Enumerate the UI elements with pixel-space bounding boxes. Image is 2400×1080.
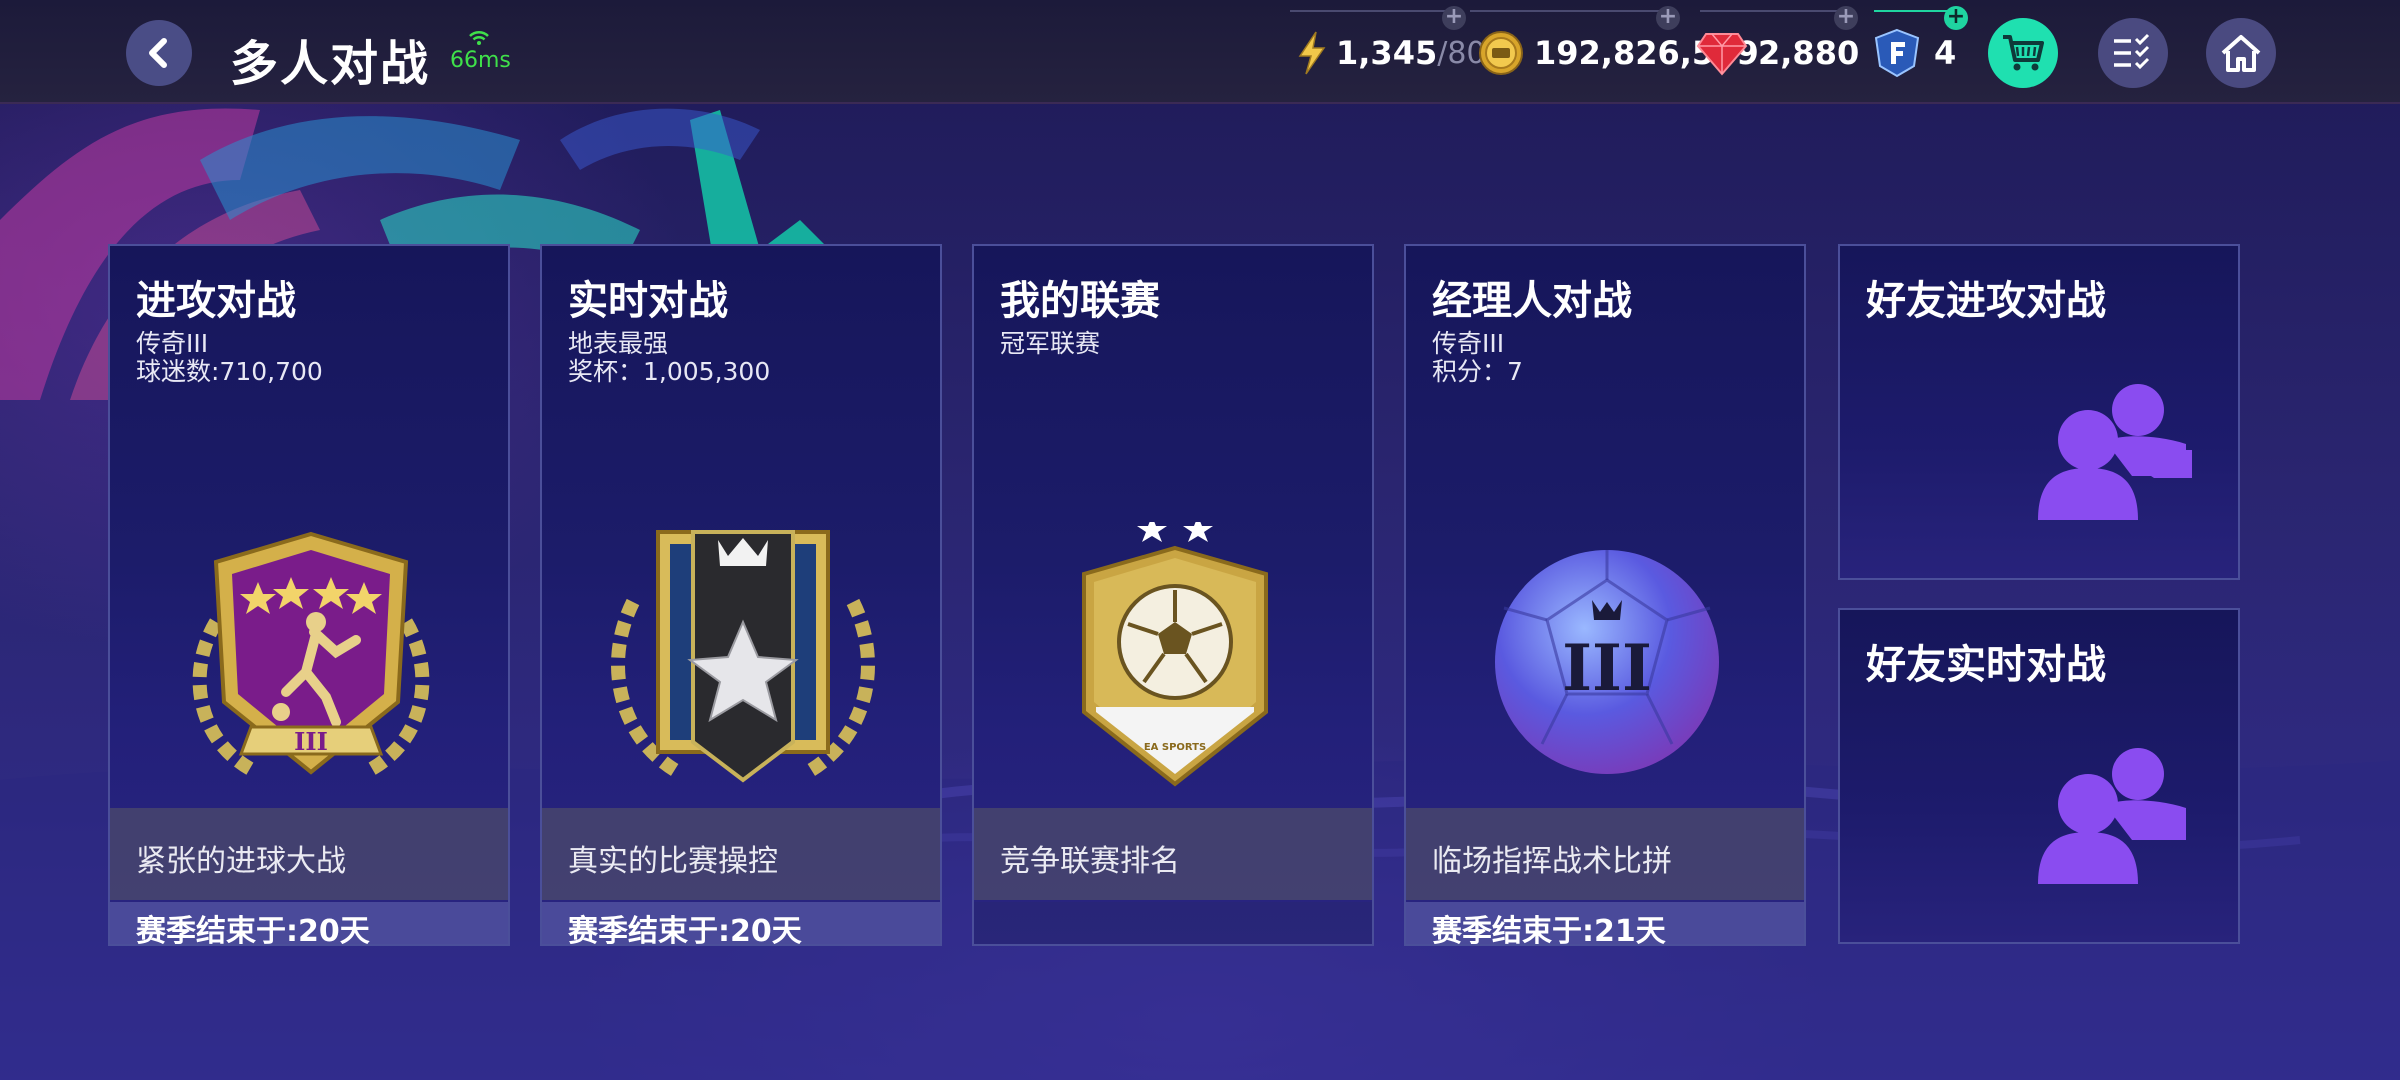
- league-shield-badge-icon: EA SPORTS: [1082, 522, 1268, 787]
- card-title: 进攻对战: [136, 278, 296, 324]
- lightning-icon: [1298, 31, 1326, 75]
- energy-divider: [1290, 10, 1450, 12]
- home-icon: [2221, 35, 2261, 72]
- attack-battle-card[interactable]: 进攻对战 传奇III 球迷数:710,700 III 紧张的进球大战 赛季结束于…: [108, 244, 510, 946]
- chevron-left-icon: [149, 38, 167, 68]
- wifi-icon: [469, 31, 489, 45]
- card-fans: 球迷数:710,700: [136, 357, 323, 386]
- season-countdown: 赛季结束于:20天: [136, 914, 370, 946]
- fifa-points-value: 4: [1934, 34, 1957, 72]
- energy-value: 1,345: [1336, 34, 1438, 72]
- gem-icon: [1696, 33, 1748, 76]
- energy-counter: 1,345 /80: [1296, 28, 1486, 78]
- friends-icon: [2038, 384, 2192, 520]
- home-button[interactable]: [2206, 18, 2276, 88]
- card-description: 紧张的进球大战: [136, 844, 346, 879]
- card-title: 实时对战: [568, 278, 728, 324]
- gems-divider: [1700, 10, 1850, 12]
- card-league: 冠军联赛: [1000, 329, 1101, 358]
- friends-icon: [2038, 748, 2186, 884]
- card-title: 好友实时对战: [1866, 642, 2106, 688]
- add-gems-button[interactable]: +: [1834, 6, 1858, 30]
- checklist-icon: [2114, 33, 2150, 70]
- manager-battle-card[interactable]: 经理人对战 传奇III 积分：7 III 临场指挥战术比拼 赛季结束于:21天: [1404, 244, 1806, 946]
- coin-icon: [1479, 31, 1523, 75]
- gems-counter: 2,880: [1696, 28, 1859, 78]
- ping-indicator: 66ms: [450, 30, 511, 76]
- card-points: 积分：7: [1432, 357, 1523, 386]
- star-banner-badge-icon: [611, 530, 875, 783]
- my-league-card[interactable]: 我的联赛 冠军联赛 EA SPORTS 竞争联赛排名: [972, 244, 1374, 946]
- ping-value: 66ms: [450, 48, 511, 73]
- gems-value: 2,880: [1758, 34, 1860, 72]
- card-description: 真实的比赛操控: [568, 844, 778, 879]
- card-title: 我的联赛: [1000, 278, 1160, 324]
- live-battle-card[interactable]: 实时对战 地表最强 奖杯：1,005,300 真实的比赛操控 赛季结束于:20天: [540, 244, 942, 946]
- add-points-button[interactable]: +: [1944, 6, 1968, 30]
- tasks-button[interactable]: [2098, 18, 2168, 88]
- store-button[interactable]: [1988, 18, 2058, 88]
- friend-attack-battle-card[interactable]: 好友进攻对战: [1838, 244, 2240, 580]
- add-energy-button[interactable]: +: [1442, 6, 1466, 30]
- legend-iii-badge-icon: III: [192, 531, 430, 779]
- season-countdown: 赛季结束于:21天: [1432, 914, 1666, 946]
- card-trophies: 奖杯：1,005,300: [568, 357, 771, 386]
- coins-divider: [1470, 10, 1670, 12]
- page-title: 多人对战: [230, 36, 431, 92]
- fifa-points-counter: 4: [1874, 28, 1956, 78]
- card-description: 竞争联赛排名: [1000, 844, 1180, 879]
- top-bar: 多人对战 66ms + 1,345 /80 + 192,826,579 + 2,…: [0, 0, 2400, 104]
- friend-live-battle-card[interactable]: 好友实时对战: [1838, 608, 2240, 944]
- card-title: 好友进攻对战: [1866, 278, 2106, 324]
- card-description: 临场指挥战术比拼: [1432, 844, 1672, 879]
- fifa-points-shield-icon: [1874, 28, 1920, 78]
- back-button[interactable]: [126, 20, 192, 86]
- ea-sports-logo-text: EA SPORTS: [1144, 742, 1206, 753]
- season-countdown: 赛季结束于:20天: [568, 914, 802, 946]
- card-title: 经理人对战: [1432, 278, 1632, 324]
- manager-ball-badge-icon: III: [1495, 550, 1719, 774]
- badge-tier-text: III: [294, 727, 328, 756]
- badge-tier-text: III: [1562, 631, 1652, 706]
- season-bar: [974, 902, 1372, 944]
- cart-icon: [2003, 35, 2044, 71]
- add-coins-button[interactable]: +: [1656, 6, 1680, 30]
